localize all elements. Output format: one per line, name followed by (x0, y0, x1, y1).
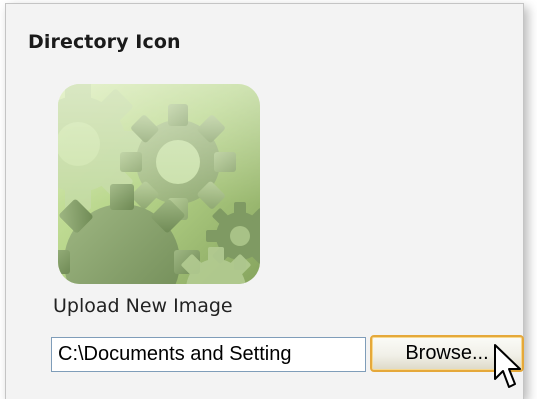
upload-new-image-label: Upload New Image (53, 295, 233, 317)
directory-icon-panel: Directory Icon Upload New Image C:\Docum… (5, 3, 524, 399)
section-title: Directory Icon (28, 31, 181, 53)
file-path-input[interactable] (51, 337, 366, 372)
screenshot-frame: Directory Icon Upload New Image C:\Docum… (0, 0, 537, 399)
gears-icon (58, 84, 260, 284)
directory-icon-preview (58, 84, 260, 284)
browse-button[interactable]: Browse... (370, 335, 524, 372)
